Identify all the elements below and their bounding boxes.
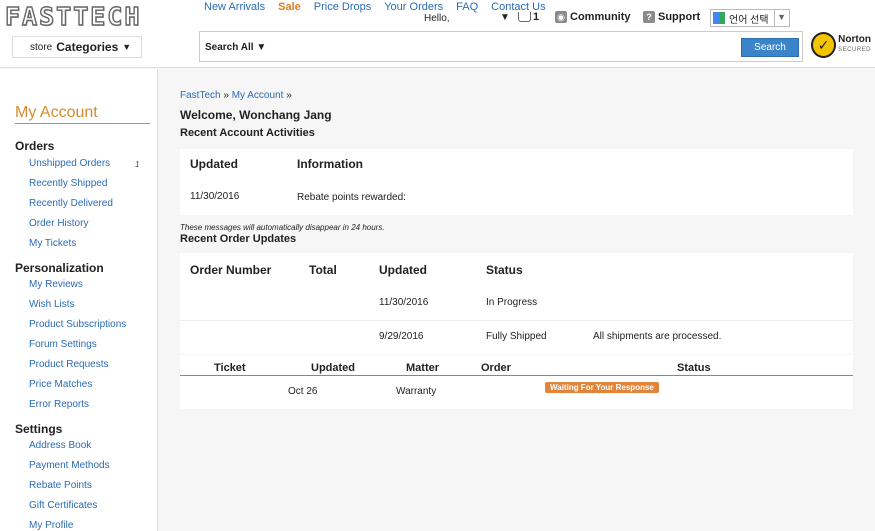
order-updated: 9/29/2016 [379, 331, 424, 342]
sidebar-item-error-reports[interactable]: Error Reports [29, 399, 89, 410]
cart-icon [518, 12, 531, 22]
sidebar-heading-settings: Settings [15, 422, 63, 436]
account-dropdown-icon[interactable]: ▼ [500, 12, 510, 23]
main-content: FastTech » My Account » Welcome, Wonchan… [158, 69, 875, 531]
sidebar-title: My Account [15, 104, 150, 124]
tickets-header-order: Order [481, 362, 511, 374]
sidebar-item-recently-delivered[interactable]: Recently Delivered [29, 198, 113, 209]
community-link[interactable]: ◉ Community [555, 11, 631, 23]
nav-your-orders[interactable]: Your Orders [384, 1, 443, 13]
welcome-heading: Welcome, Wonchang Jang [180, 108, 332, 122]
activities-header-updated: Updated [190, 157, 238, 171]
sidebar-item-gift-certificates[interactable]: Gift Certificates [29, 500, 97, 511]
site-header: FASTTECH New Arrivals Sale Price Drops Y… [0, 0, 875, 68]
categories-dropdown[interactable]: store Categories ▼ [12, 36, 142, 58]
sidebar-item-rebate-points[interactable]: Rebate Points [29, 480, 92, 491]
sidebar-item-payment-methods[interactable]: Payment Methods [29, 460, 110, 471]
sidebar-heading-personalization: Personalization [15, 261, 104, 275]
order-note: All shipments are processed. [593, 331, 722, 342]
cart-button[interactable]: 1 [518, 11, 539, 23]
sidebar-heading-orders: Orders [15, 139, 55, 153]
search-scope-dropdown[interactable]: Search All ▼ [205, 42, 266, 53]
orders-header-status: Status [486, 263, 523, 277]
sidebar-item-order-history[interactable]: Order History [29, 218, 88, 229]
sidebar-item-recently-shipped[interactable]: Recently Shipped [29, 178, 107, 189]
sidebar-item-wish-lists[interactable]: Wish Lists [29, 299, 75, 310]
tickets-header-ticket: Ticket [214, 362, 246, 374]
nav-new-arrivals[interactable]: New Arrivals [204, 1, 265, 13]
activities-header-information: Information [297, 157, 363, 171]
activities-table: Updated Information 11/30/2016 Rebate po… [180, 149, 853, 215]
order-status: Fully Shipped [486, 331, 547, 342]
breadcrumb-my-account[interactable]: My Account [232, 90, 284, 101]
cart-count: 1 [533, 11, 540, 23]
breadcrumb-fasttech[interactable]: FastTech [180, 90, 221, 101]
language-select[interactable]: 언어 선택 ▼ [710, 9, 790, 27]
community-label: Community [570, 11, 631, 23]
search-bar: Search All ▼ Search [199, 31, 803, 62]
orders-header-order-number: Order Number [190, 263, 272, 277]
nav-faq[interactable]: FAQ [456, 1, 478, 13]
sidebar-item-unshipped-orders[interactable]: Unshipped Orders [29, 158, 110, 169]
orders-header-total: Total [309, 263, 337, 277]
nav-sale[interactable]: Sale [278, 1, 301, 13]
checkmark-icon: ✓ [811, 32, 837, 58]
support-label: Support [658, 11, 701, 23]
order-status: In Progress [486, 297, 538, 308]
tickets-header-matter: Matter [406, 362, 440, 374]
sidebar-item-product-subscriptions[interactable]: Product Subscriptions [29, 319, 126, 330]
language-label: 언어 선택 [729, 14, 769, 26]
sidebar-item-price-matches[interactable]: Price Matches [29, 379, 92, 390]
search-input[interactable] [264, 36, 734, 58]
community-icon: ◉ [555, 11, 567, 23]
sidebar-item-my-reviews[interactable]: My Reviews [29, 279, 83, 290]
fasttech-logo[interactable]: FASTTECH [4, 1, 141, 31]
orders-table: Order Number Total Updated Status 11/30/… [180, 253, 853, 354]
sidebar-item-address-book[interactable]: Address Book [29, 440, 91, 451]
google-translate-icon [713, 12, 725, 24]
ticket-updated: Oct 26 [288, 386, 318, 397]
support-icon: ? [643, 11, 655, 23]
breadcrumb: FastTech » My Account » [180, 90, 292, 101]
categories-prefix: store [30, 41, 53, 53]
activity-updated: 11/30/2016 [190, 191, 240, 202]
tickets-header-status: Status [677, 362, 711, 374]
recent-activities-title: Recent Account Activities [180, 127, 315, 139]
chevron-down-icon: ▼ [122, 42, 132, 52]
search-scope-label: Search All [205, 42, 254, 53]
sidebar-item-my-tickets[interactable]: My Tickets [29, 238, 76, 249]
categories-label: Categories [56, 40, 119, 54]
tickets-header-updated: Updated [311, 362, 355, 374]
sidebar-item-forum-settings[interactable]: Forum Settings [29, 339, 97, 350]
support-link[interactable]: ? Support [643, 11, 700, 23]
hello-greeting: Hello, [424, 13, 450, 24]
sidebar-item-product-requests[interactable]: Product Requests [29, 359, 109, 370]
tickets-table: Ticket Updated Matter Order Status Oct 2… [180, 355, 853, 409]
ticket-matter: Warranty [396, 386, 437, 397]
nav-price-drops[interactable]: Price Drops [314, 1, 371, 13]
status-badge: Waiting For Your Response [545, 382, 659, 393]
activity-information: Rebate points rewarded: [297, 192, 406, 203]
recent-order-updates-title: Recent Order Updates [180, 233, 297, 245]
order-updated: 11/30/2016 [379, 297, 429, 308]
activities-note: These messages will automatically disapp… [180, 223, 385, 232]
norton-secured-badge: ✓ Norton SECURED [811, 31, 871, 59]
unshipped-count: 1 [135, 160, 140, 169]
sidebar-item-my-profile[interactable]: My Profile [29, 520, 73, 531]
orders-header-updated: Updated [379, 263, 427, 277]
chevron-down-icon: ▼ [777, 12, 786, 22]
search-button[interactable]: Search [741, 38, 799, 57]
account-sidebar: My Account Orders Unshipped Orders 1 Rec… [0, 69, 158, 531]
